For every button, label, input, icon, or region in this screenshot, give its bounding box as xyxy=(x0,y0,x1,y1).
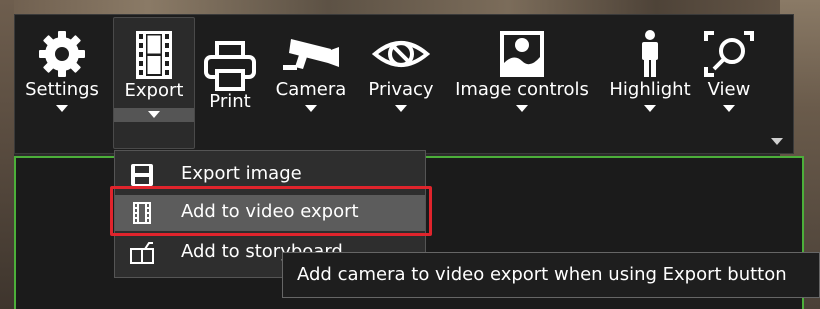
settings-button[interactable]: Settings xyxy=(23,29,101,112)
tooltip-text: Add camera to video export when using Ex… xyxy=(297,264,787,285)
menu-item-label: Export image xyxy=(181,163,302,184)
chevron-down-icon xyxy=(723,105,735,112)
image-controls-label: Image controls xyxy=(455,79,589,100)
toolbar-overflow-icon[interactable] xyxy=(771,138,783,145)
magnifier-icon xyxy=(704,31,754,77)
image-icon xyxy=(500,31,544,77)
view-button[interactable]: View xyxy=(701,29,757,112)
privacy-button[interactable]: Privacy xyxy=(363,29,439,112)
film-strip-icon xyxy=(136,31,172,79)
person-icon xyxy=(642,30,658,77)
chevron-down-icon xyxy=(56,105,68,112)
highlight-button[interactable]: Highlight xyxy=(603,29,697,112)
export-dropdown-toggle[interactable] xyxy=(114,108,194,122)
chevron-down-icon xyxy=(516,105,528,112)
background-photo-left xyxy=(0,0,14,309)
print-button[interactable]: Print xyxy=(201,41,259,113)
camera-button[interactable]: Camera xyxy=(271,29,351,112)
tooltip: Add camera to video export when using Ex… xyxy=(282,252,820,298)
printer-icon xyxy=(204,41,256,91)
chevron-down-icon xyxy=(305,105,317,112)
chevron-down-icon xyxy=(644,105,656,112)
chevron-down-icon xyxy=(395,105,407,112)
gear-icon xyxy=(39,31,85,77)
highlight-label: Highlight xyxy=(609,79,691,100)
export-label: Export xyxy=(124,80,184,101)
privacy-label: Privacy xyxy=(368,79,434,100)
save-icon xyxy=(131,164,153,186)
settings-label: Settings xyxy=(25,79,99,100)
export-button[interactable]: Export xyxy=(113,17,195,149)
print-label: Print xyxy=(209,91,251,112)
toolbar: Settings Export Print Camera Privacy Ima… xyxy=(14,14,794,154)
background-photo-top xyxy=(0,0,820,14)
security-camera-icon xyxy=(283,39,339,70)
camera-label: Camera xyxy=(275,79,347,100)
storyboard-icon xyxy=(130,242,154,264)
annotation-highlight-box xyxy=(110,186,432,236)
chevron-down-icon xyxy=(148,111,160,118)
eye-crossed-icon xyxy=(372,41,430,67)
view-label: View xyxy=(707,79,751,100)
image-controls-button[interactable]: Image controls xyxy=(447,29,597,112)
